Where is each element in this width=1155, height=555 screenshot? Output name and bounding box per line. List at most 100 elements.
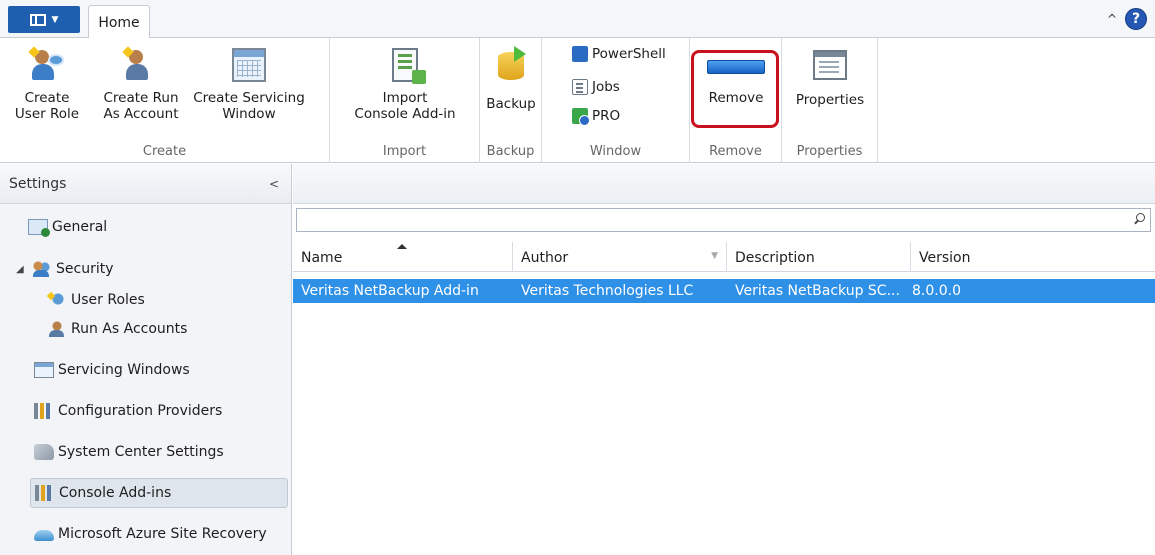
nav-item-servicing-label: Servicing Windows [58,362,190,378]
nav-item-azure-label: Microsoft Azure Site Recovery [58,526,267,542]
group-label-backup: Backup [486,144,535,159]
database-backup-icon [498,46,526,82]
cell-name: Veritas NetBackup Add-in [301,283,479,299]
group-label-window: Window [589,144,642,159]
nav-item-configuration-providers[interactable]: Configuration Providers [0,396,288,426]
group-create: Create User Role Create Run As Account C… [0,38,330,163]
create-user-role-label: Create User Role [14,90,80,122]
column-author-label: Author [521,250,569,266]
nav-item-run-as-label: Run As Accounts [71,321,188,337]
app-menu-button[interactable]: ▼ [8,6,80,33]
grid-header: Name Author ▼ Description Version [293,242,1155,272]
group-properties: Properties Properties [782,38,878,163]
servicing-windows-icon [34,362,54,378]
tab-home[interactable]: Home [88,5,150,39]
nav-item-general-label: General [52,219,108,235]
search-box[interactable] [296,208,1151,232]
create-run-as-account-button[interactable]: Create Run As Account [100,46,182,122]
user-role-icon [28,46,64,82]
group-backup: Backup Backup [480,38,542,163]
chevron-down-icon: ▼ [51,14,59,25]
column-header-author[interactable]: Author ▼ [513,242,727,272]
pro-icon [572,108,590,126]
create-servicing-label: Create Servicing Window [193,90,305,122]
nav-header: Settings < [0,164,291,204]
group-label-create: Create [142,144,187,159]
expand-collapse-icon[interactable]: ◢ [16,264,28,275]
create-run-as-label: Create Run As Account [103,90,179,122]
properties-label: Properties [795,92,865,108]
nav-item-console-addins[interactable]: Console Add-ins [30,478,288,508]
user-roles-icon [47,292,67,308]
nav-item-system-center-settings[interactable]: System Center Settings [0,437,288,467]
cell-author: Veritas Technologies LLC [521,283,694,299]
powershell-label: PowerShell [592,46,666,62]
security-icon [32,261,52,277]
cell-version: 8.0.0.0 [912,283,961,299]
create-servicing-window-button[interactable]: Create Servicing Window [190,48,308,122]
column-header-name[interactable]: Name [293,242,513,272]
main-pane: Name Author ▼ Description Version Verita… [293,164,1155,555]
column-description-label: Description [735,250,815,266]
tab-bar: ▼ Home ^ ? [0,0,1155,39]
create-user-role-button[interactable]: Create User Role [14,46,80,122]
column-header-description[interactable]: Description [727,242,911,272]
sort-ascending-icon [397,244,407,249]
jobs-button[interactable]: Jobs [572,79,620,95]
nav-item-user-roles[interactable]: User Roles [0,285,288,315]
window-controls: ^ ? [1107,8,1147,30]
minimize-ribbon-icon[interactable]: ^ [1107,12,1117,26]
import-console-addin-button[interactable]: Import Console Add-in [340,48,470,122]
column-header-version[interactable]: Version [911,242,1155,272]
pro-button[interactable]: PRO [572,108,621,126]
nav-item-general[interactable]: General [0,212,288,242]
import-addin-label: Import Console Add-in [354,90,456,122]
search-input[interactable] [297,209,1117,231]
group-window: PowerShell Jobs PRO Window [542,38,690,163]
run-as-accounts-icon [47,321,67,337]
nav-item-security[interactable]: ◢ Security [0,254,288,284]
nav-item-security-label: Security [56,261,114,277]
cloud-icon [34,530,54,541]
configuration-providers-icon [34,403,54,419]
group-label-properties: Properties [796,144,863,159]
group-label-remove: Remove [709,144,762,159]
nav-item-console-addins-label: Console Add-ins [59,485,172,501]
import-icon [392,48,426,84]
properties-button[interactable]: Properties [790,50,870,108]
nav-item-azure-site-recovery[interactable]: Microsoft Azure Site Recovery [0,519,288,549]
filter-dropdown-icon[interactable]: ▼ [711,251,718,261]
table-row[interactable]: Veritas NetBackup Add-in Veritas Technol… [293,279,1155,303]
pro-label: PRO [592,108,621,124]
app-menu-icon [29,13,46,26]
powershell-icon [572,46,588,62]
cell-description: Veritas NetBackup SC... [735,283,900,299]
powershell-button[interactable]: PowerShell [572,46,666,62]
search-icon[interactable] [1132,212,1146,226]
run-as-account-icon [122,46,158,82]
nav-item-config-providers-label: Configuration Providers [58,403,223,419]
help-icon[interactable]: ? [1125,8,1147,30]
console-addins-icon [35,485,55,501]
group-import: Import Console Add-in Import [330,38,480,163]
group-label-import: Import [382,144,427,159]
nav-item-sc-settings-label: System Center Settings [58,444,224,460]
nav-title: Settings [9,175,67,192]
nav-item-user-roles-label: User Roles [71,292,145,308]
column-name-label: Name [301,250,343,266]
system-center-settings-icon [34,444,54,460]
main-toolbar-strip [293,164,1155,204]
jobs-label: Jobs [592,79,620,95]
collapse-pane-icon[interactable]: < [269,177,279,191]
settings-nav-pane: Settings < General ◢ Security User Roles… [0,164,292,555]
jobs-icon [572,79,588,95]
ribbon: Create User Role Create Run As Account C… [0,38,1155,163]
column-version-label: Version [919,250,971,266]
nav-item-servicing-windows[interactable]: Servicing Windows [0,355,288,385]
backup-button[interactable]: Backup [484,46,538,112]
nav-item-run-as-accounts[interactable]: Run As Accounts [0,314,288,344]
calendar-icon [232,48,266,82]
backup-label: Backup [486,96,536,112]
general-icon [28,219,50,237]
properties-icon [813,50,847,80]
